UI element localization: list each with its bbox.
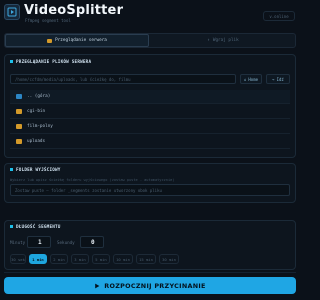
preset-30-sek[interactable]: 30 sek (10, 254, 26, 264)
output-panel-title: FOLDER WYJŚCIOWY (10, 168, 61, 173)
start-cutting-label: ROZPOCZNIJ PRZYCINANIE (104, 281, 206, 290)
output-note: Wybierz lub wpisz ścieżkę folderu wyjści… (10, 178, 175, 182)
home-button[interactable]: ⌂ Home (240, 74, 262, 84)
seconds-label: Sekundy (57, 240, 75, 245)
start-cutting-button[interactable]: ROZPOCZNIJ PRZYCINANIE (4, 277, 296, 294)
minutes-label: Minuty (10, 240, 26, 245)
file-row-cgi-bin[interactable]: cgi-bin (10, 105, 290, 119)
app-subtitle: Ffmpeg segment tool (25, 18, 71, 23)
segment-panel-title: DŁUGOŚĆ SEGMENTU (10, 225, 61, 230)
tab-server-browse[interactable]: Przeglądanie serwera (5, 34, 149, 47)
preset-2-min[interactable]: 2 min (50, 254, 68, 264)
folder-icon (16, 124, 22, 129)
file-row-parent[interactable]: .. (góra) (10, 90, 290, 104)
preset-3-min[interactable]: 3 min (71, 254, 89, 264)
preset-10-min[interactable]: 10 min (113, 254, 133, 264)
upload-icon: ↑ (207, 38, 210, 43)
path-placeholder: /home/ccfdm/media/uploads, lub ścieżkę d… (15, 76, 131, 82)
app-logo-icon (4, 4, 20, 20)
section-marker-icon (10, 60, 13, 63)
minutes-input[interactable]: 1 (27, 236, 51, 248)
folder-icon (16, 139, 22, 144)
output-folder-input[interactable]: Zostaw puste — folder _segments zostanie… (10, 184, 290, 196)
preset-15-min[interactable]: 15 min (136, 254, 156, 264)
arrow-right-icon: → (272, 76, 275, 82)
play-icon (95, 283, 100, 288)
path-input[interactable]: /home/ccfdm/media/uploads, lub ścieżkę d… (10, 74, 236, 84)
seconds-input[interactable]: 0 (80, 236, 104, 248)
preset-5-min[interactable]: 5 min (92, 254, 110, 264)
arrow-up-icon (16, 94, 22, 99)
file-row-uploads[interactable]: uploads (10, 135, 290, 149)
preset-30-min[interactable]: 30 min (159, 254, 179, 264)
divider (4, 272, 296, 273)
tab-label: Przeglądanie serwera (55, 38, 107, 43)
preset-1-min[interactable]: 1 min (29, 254, 47, 264)
go-button[interactable]: → Idź (266, 74, 290, 84)
tab-label: Wgraj plik (212, 38, 239, 43)
app-title: VideoSplitter (24, 3, 124, 18)
folder-icon (47, 38, 53, 43)
section-marker-icon (10, 168, 13, 171)
home-icon: ⌂ (243, 76, 247, 82)
browser-panel-title: PRZEGLĄDANIE PLIKÓW SERWERA (10, 60, 91, 65)
file-row-film-polny[interactable]: film-polny (10, 120, 290, 134)
folder-icon (16, 109, 22, 114)
tab-upload[interactable]: ↑ Wgraj plik (151, 34, 295, 47)
film-icon (7, 7, 17, 17)
output-placeholder: Zostaw puste — folder _segments zostanie… (15, 187, 162, 193)
section-marker-icon (10, 225, 13, 228)
version-badge: v.online (263, 11, 295, 21)
